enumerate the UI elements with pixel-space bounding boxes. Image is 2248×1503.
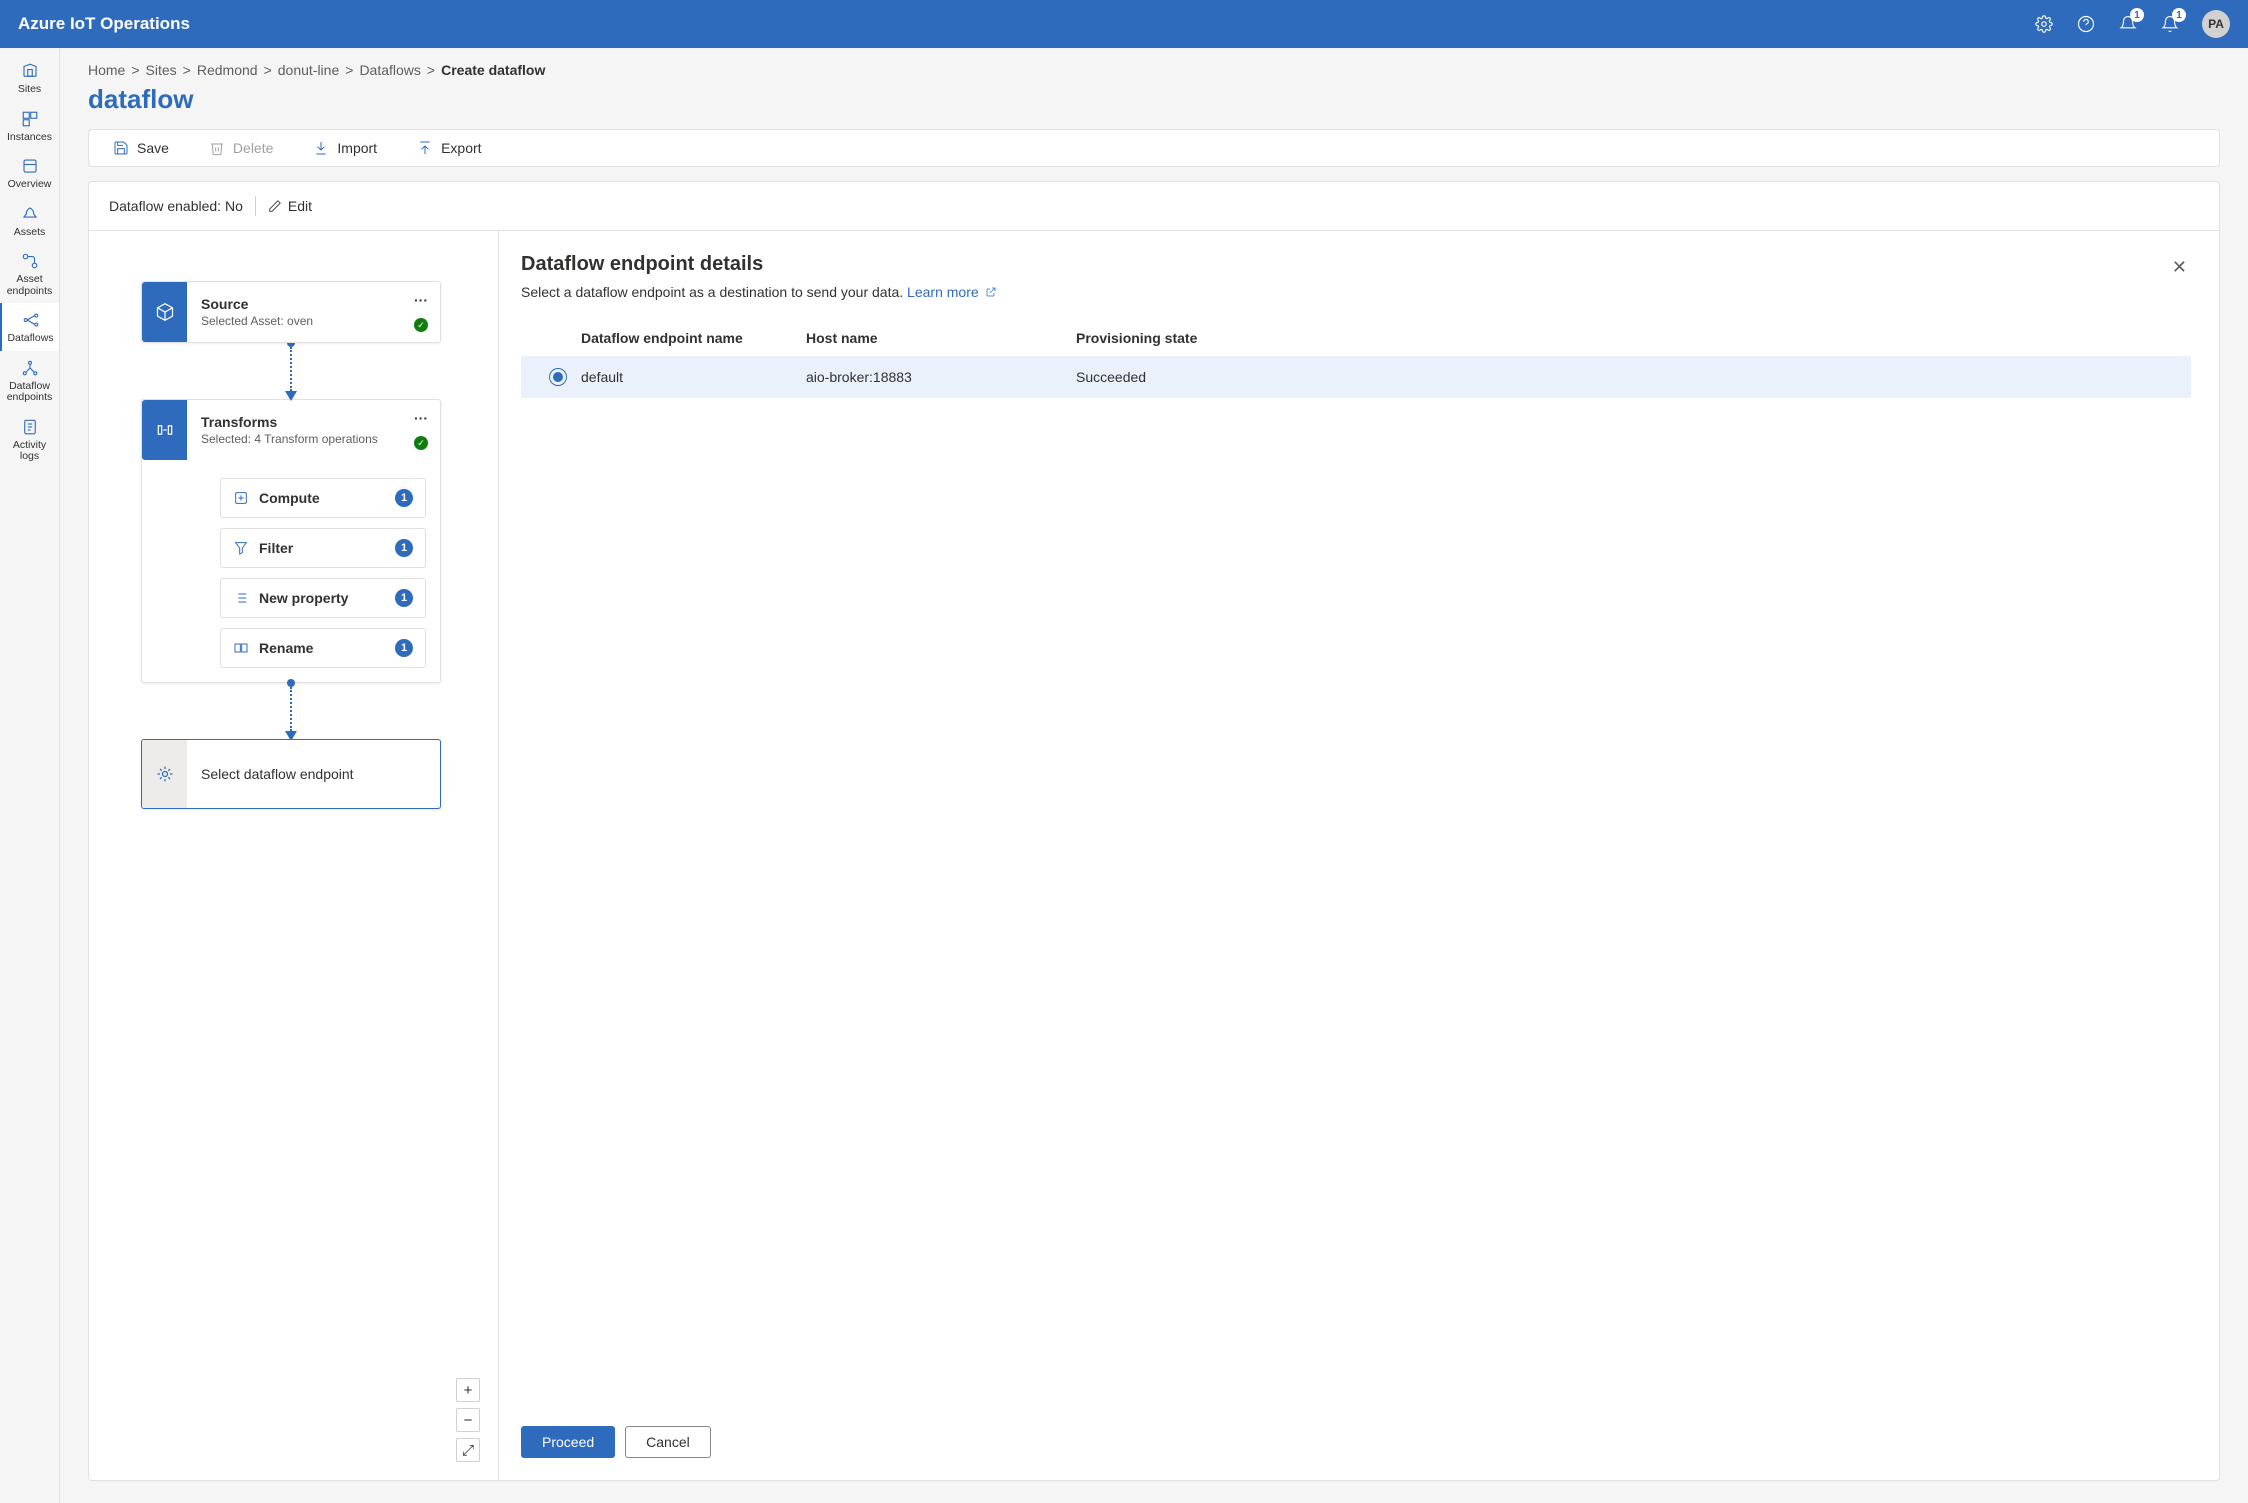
zoom-fit-button[interactable]: ⤢ bbox=[456, 1438, 480, 1462]
col-endpoint-name: Dataflow endpoint name bbox=[581, 330, 806, 346]
cell-host-name: aio-broker:18883 bbox=[806, 369, 1076, 385]
connector bbox=[285, 343, 297, 399]
toolbar: Save Delete Import Export bbox=[88, 129, 2220, 167]
col-provisioning-state: Provisioning state bbox=[1076, 330, 2177, 346]
help-icon[interactable] bbox=[2076, 14, 2096, 34]
app-header: Azure IoT Operations 1 1 PA bbox=[0, 0, 2248, 48]
content-card: Dataflow enabled: No Edit bbox=[88, 181, 2220, 1481]
endpoint-table: Dataflow endpoint name Host name Provisi… bbox=[521, 320, 2191, 398]
main-content: Home> Sites> Redmond> donut-line> Datafl… bbox=[60, 48, 2248, 1503]
crumb-create-dataflow: Create dataflow bbox=[441, 62, 545, 78]
proceed-button[interactable]: Proceed bbox=[521, 1426, 615, 1458]
dataflow-enabled-label: Dataflow enabled: No bbox=[109, 198, 243, 214]
endpoint-node-label: Select dataflow endpoint bbox=[201, 766, 354, 782]
zoom-controls: + − ⤢ bbox=[456, 1378, 480, 1462]
export-button[interactable]: Export bbox=[417, 140, 481, 156]
filter-icon bbox=[233, 540, 249, 556]
page-title: dataflow bbox=[88, 84, 2220, 115]
source-node-subtitle: Selected Asset: oven bbox=[201, 314, 426, 328]
sidebar-item-sites[interactable]: Sites bbox=[0, 54, 59, 102]
panel-footer: Proceed Cancel bbox=[521, 1406, 2191, 1458]
feedback-badge: 1 bbox=[2130, 8, 2144, 22]
transform-filter[interactable]: Filter 1 bbox=[220, 528, 426, 568]
notifications-icon[interactable]: 1 bbox=[2160, 14, 2180, 34]
transforms-icon bbox=[142, 400, 187, 460]
status-ok-icon bbox=[414, 436, 428, 450]
sidebar-item-activity-logs[interactable]: Activity logs bbox=[0, 410, 59, 469]
settings-icon[interactable] bbox=[2034, 14, 2054, 34]
edit-button[interactable]: Edit bbox=[268, 198, 312, 214]
transforms-subtitle: Selected: 4 Transform operations bbox=[201, 432, 426, 446]
source-node[interactable]: Source Selected Asset: oven ··· bbox=[141, 281, 441, 343]
sidebar: Sites Instances Overview Assets Asset en… bbox=[0, 48, 60, 1503]
app-title: Azure IoT Operations bbox=[18, 14, 2034, 34]
col-host-name: Host name bbox=[806, 330, 1076, 346]
crumb-redmond[interactable]: Redmond bbox=[197, 62, 258, 78]
panel-title: Dataflow endpoint details bbox=[521, 253, 997, 276]
crumb-dataflows[interactable]: Dataflows bbox=[359, 62, 420, 78]
crumb-sites[interactable]: Sites bbox=[146, 62, 177, 78]
external-link-icon bbox=[985, 286, 997, 298]
import-button[interactable]: Import bbox=[313, 140, 377, 156]
list-icon bbox=[233, 590, 249, 606]
close-icon[interactable]: ✕ bbox=[2168, 253, 2191, 282]
cell-endpoint-name: default bbox=[581, 369, 806, 385]
radio-selected[interactable] bbox=[549, 368, 567, 386]
header-actions: 1 1 PA bbox=[2034, 10, 2230, 38]
breadcrumbs: Home> Sites> Redmond> donut-line> Datafl… bbox=[88, 62, 2220, 78]
notifications-badge: 1 bbox=[2172, 8, 2186, 22]
crumb-donut-line[interactable]: donut-line bbox=[278, 62, 340, 78]
cube-icon bbox=[142, 282, 187, 342]
cancel-button[interactable]: Cancel bbox=[625, 1426, 711, 1458]
feedback-icon[interactable]: 1 bbox=[2118, 14, 2138, 34]
transform-rename[interactable]: Rename 1 bbox=[220, 628, 426, 668]
compute-icon bbox=[233, 490, 249, 506]
sidebar-item-asset-endpoints[interactable]: Asset endpoints bbox=[0, 244, 59, 303]
transforms-node-more-icon[interactable]: ··· bbox=[414, 410, 428, 426]
rename-icon bbox=[233, 640, 249, 656]
source-node-title: Source bbox=[201, 296, 426, 312]
transforms-node[interactable]: Transforms Selected: 4 Transform operati… bbox=[141, 399, 441, 683]
details-panel: Dataflow endpoint details Select a dataf… bbox=[499, 231, 2219, 1480]
graph-canvas[interactable]: Source Selected Asset: oven ··· bbox=[89, 231, 499, 1480]
endpoint-node[interactable]: Select dataflow endpoint bbox=[141, 739, 441, 809]
transform-new-property[interactable]: New property 1 bbox=[220, 578, 426, 618]
sidebar-item-dataflow-endpoints[interactable]: Dataflow endpoints bbox=[0, 351, 59, 410]
crumb-home[interactable]: Home bbox=[88, 62, 125, 78]
source-node-more-icon[interactable]: ··· bbox=[414, 292, 428, 308]
delete-button: Delete bbox=[209, 140, 273, 156]
sidebar-item-assets[interactable]: Assets bbox=[0, 197, 59, 245]
endpoint-row[interactable]: default aio-broker:18883 Succeeded bbox=[521, 356, 2191, 398]
connector bbox=[285, 683, 297, 739]
endpoint-icon bbox=[142, 740, 187, 808]
dataflow-status-bar: Dataflow enabled: No Edit bbox=[89, 182, 2219, 231]
user-avatar[interactable]: PA bbox=[2202, 10, 2230, 38]
cell-provisioning-state: Succeeded bbox=[1076, 369, 2177, 385]
status-ok-icon bbox=[414, 318, 428, 332]
learn-more-link[interactable]: Learn more bbox=[907, 284, 996, 300]
zoom-in-button[interactable]: + bbox=[456, 1378, 480, 1402]
save-button[interactable]: Save bbox=[113, 140, 169, 156]
sidebar-item-overview[interactable]: Overview bbox=[0, 149, 59, 197]
transform-compute[interactable]: Compute 1 bbox=[220, 478, 426, 518]
sidebar-item-dataflows[interactable]: Dataflows bbox=[0, 303, 59, 351]
sidebar-item-instances[interactable]: Instances bbox=[0, 102, 59, 150]
panel-description: Select a dataflow endpoint as a destinat… bbox=[521, 284, 997, 300]
transforms-title: Transforms bbox=[201, 414, 426, 430]
zoom-out-button[interactable]: − bbox=[456, 1408, 480, 1432]
